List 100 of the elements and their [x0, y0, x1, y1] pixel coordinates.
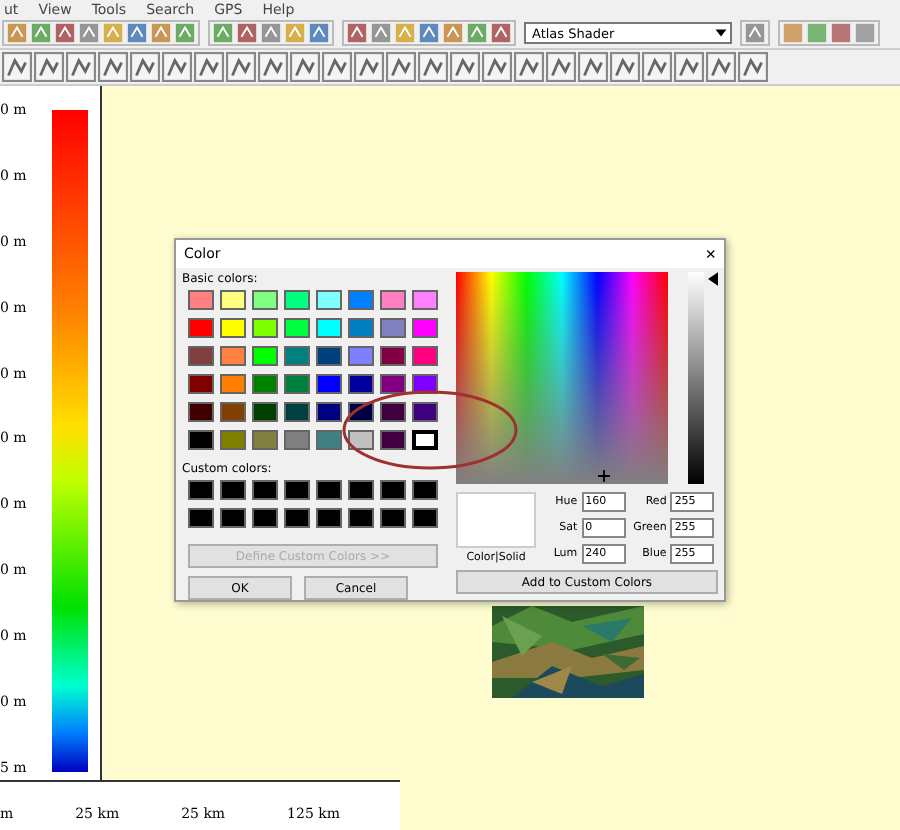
color-swatch[interactable]	[380, 402, 406, 422]
color-swatch[interactable]	[380, 374, 406, 394]
toolbar-icon[interactable]	[66, 52, 96, 82]
custom-color-swatch[interactable]	[348, 508, 374, 528]
color-swatch[interactable]	[412, 318, 438, 338]
toolbar-icon[interactable]	[308, 22, 330, 44]
toolbar-icon[interactable]	[258, 52, 288, 82]
toolbar-icon[interactable]	[490, 22, 512, 44]
color-swatch[interactable]	[188, 374, 214, 394]
toolbar-icon[interactable]	[54, 22, 76, 44]
color-swatch[interactable]	[348, 374, 374, 394]
toolbar-icon[interactable]	[706, 52, 736, 82]
color-swatch[interactable]	[316, 402, 342, 422]
close-button[interactable]: ×	[705, 244, 716, 264]
color-spectrum[interactable]	[456, 272, 668, 484]
color-swatch[interactable]	[188, 290, 214, 310]
color-swatch[interactable]	[316, 430, 342, 450]
custom-color-swatch[interactable]	[188, 508, 214, 528]
toolbar-icon[interactable]	[546, 52, 576, 82]
color-swatch[interactable]	[348, 318, 374, 338]
toolbar-icon[interactable]	[212, 22, 234, 44]
toolbar-icon[interactable]	[30, 22, 52, 44]
color-swatch[interactable]	[380, 290, 406, 310]
color-swatch[interactable]	[220, 374, 246, 394]
toolbar-icon[interactable]	[854, 22, 876, 44]
color-swatch[interactable]	[316, 374, 342, 394]
luminance-slider[interactable]	[688, 272, 718, 484]
color-swatch[interactable]	[284, 290, 310, 310]
custom-color-swatch[interactable]	[252, 508, 278, 528]
color-swatch[interactable]	[316, 318, 342, 338]
toolbar-icon[interactable]	[126, 22, 148, 44]
toolbar-icon[interactable]	[194, 52, 224, 82]
color-swatch[interactable]	[252, 430, 278, 450]
color-swatch[interactable]	[220, 318, 246, 338]
custom-color-swatch[interactable]	[220, 508, 246, 528]
color-swatch[interactable]	[252, 290, 278, 310]
color-swatch[interactable]	[284, 346, 310, 366]
toolbar-icon[interactable]	[260, 22, 282, 44]
toolbar-icon[interactable]	[482, 52, 512, 82]
color-swatch[interactable]	[220, 430, 246, 450]
color-swatch[interactable]	[380, 318, 406, 338]
color-swatch[interactable]	[284, 430, 310, 450]
toolbar-icon[interactable]	[418, 22, 440, 44]
toolbar-icon[interactable]	[450, 52, 480, 82]
color-swatch[interactable]	[412, 290, 438, 310]
custom-color-swatch[interactable]	[380, 480, 406, 500]
custom-color-swatch[interactable]	[412, 480, 438, 500]
color-swatch[interactable]	[316, 290, 342, 310]
toolbar-icon[interactable]	[354, 52, 384, 82]
toolbar-icon[interactable]	[442, 22, 464, 44]
toolbar-icon[interactable]	[226, 52, 256, 82]
custom-color-swatch[interactable]	[412, 508, 438, 528]
color-swatch[interactable]	[348, 290, 374, 310]
toolbar-icon[interactable]	[322, 52, 352, 82]
custom-color-swatch[interactable]	[252, 480, 278, 500]
color-swatch[interactable]	[412, 374, 438, 394]
toolbar-icon[interactable]	[236, 22, 258, 44]
color-swatch[interactable]	[348, 430, 374, 450]
toolbar-icon[interactable]	[744, 22, 766, 44]
toolbar-icon[interactable]	[290, 52, 320, 82]
color-swatch[interactable]	[412, 430, 438, 450]
color-swatch[interactable]	[220, 346, 246, 366]
color-swatch[interactable]	[252, 346, 278, 366]
toolbar-icon[interactable]	[162, 52, 192, 82]
custom-color-swatch[interactable]	[284, 480, 310, 500]
color-swatch[interactable]	[316, 346, 342, 366]
toolbar-icon[interactable]	[130, 52, 160, 82]
toolbar-icon[interactable]	[370, 22, 392, 44]
custom-color-swatch[interactable]	[348, 480, 374, 500]
custom-color-swatch[interactable]	[316, 508, 342, 528]
toolbar-icon[interactable]	[738, 52, 768, 82]
color-swatch[interactable]	[348, 346, 374, 366]
color-swatch[interactable]	[380, 430, 406, 450]
toolbar-icon[interactable]	[98, 52, 128, 82]
color-swatch[interactable]	[412, 402, 438, 422]
custom-color-swatch[interactable]	[188, 480, 214, 500]
custom-color-swatch[interactable]	[220, 480, 246, 500]
color-swatch[interactable]	[220, 290, 246, 310]
custom-color-swatch[interactable]	[380, 508, 406, 528]
toolbar-icon[interactable]	[174, 22, 196, 44]
custom-color-swatch[interactable]	[316, 480, 342, 500]
color-swatch[interactable]	[380, 346, 406, 366]
color-swatch[interactable]	[412, 346, 438, 366]
color-swatch[interactable]	[284, 318, 310, 338]
toolbar-icon[interactable]	[514, 52, 544, 82]
color-swatch[interactable]	[284, 402, 310, 422]
color-swatch[interactable]	[220, 402, 246, 422]
toolbar-icon[interactable]	[418, 52, 448, 82]
toolbar-icon[interactable]	[78, 22, 100, 44]
toolbar-icon[interactable]	[6, 22, 28, 44]
toolbar-icon[interactable]	[34, 52, 64, 82]
color-swatch[interactable]	[252, 402, 278, 422]
toolbar-icon[interactable]	[674, 52, 704, 82]
color-swatch[interactable]	[284, 374, 310, 394]
toolbar-icon[interactable]	[642, 52, 672, 82]
color-swatch[interactable]	[188, 318, 214, 338]
custom-color-swatch[interactable]	[284, 508, 310, 528]
toolbar-icon[interactable]	[2, 52, 32, 82]
slider-thumb[interactable]	[708, 272, 718, 286]
color-swatch[interactable]	[252, 374, 278, 394]
